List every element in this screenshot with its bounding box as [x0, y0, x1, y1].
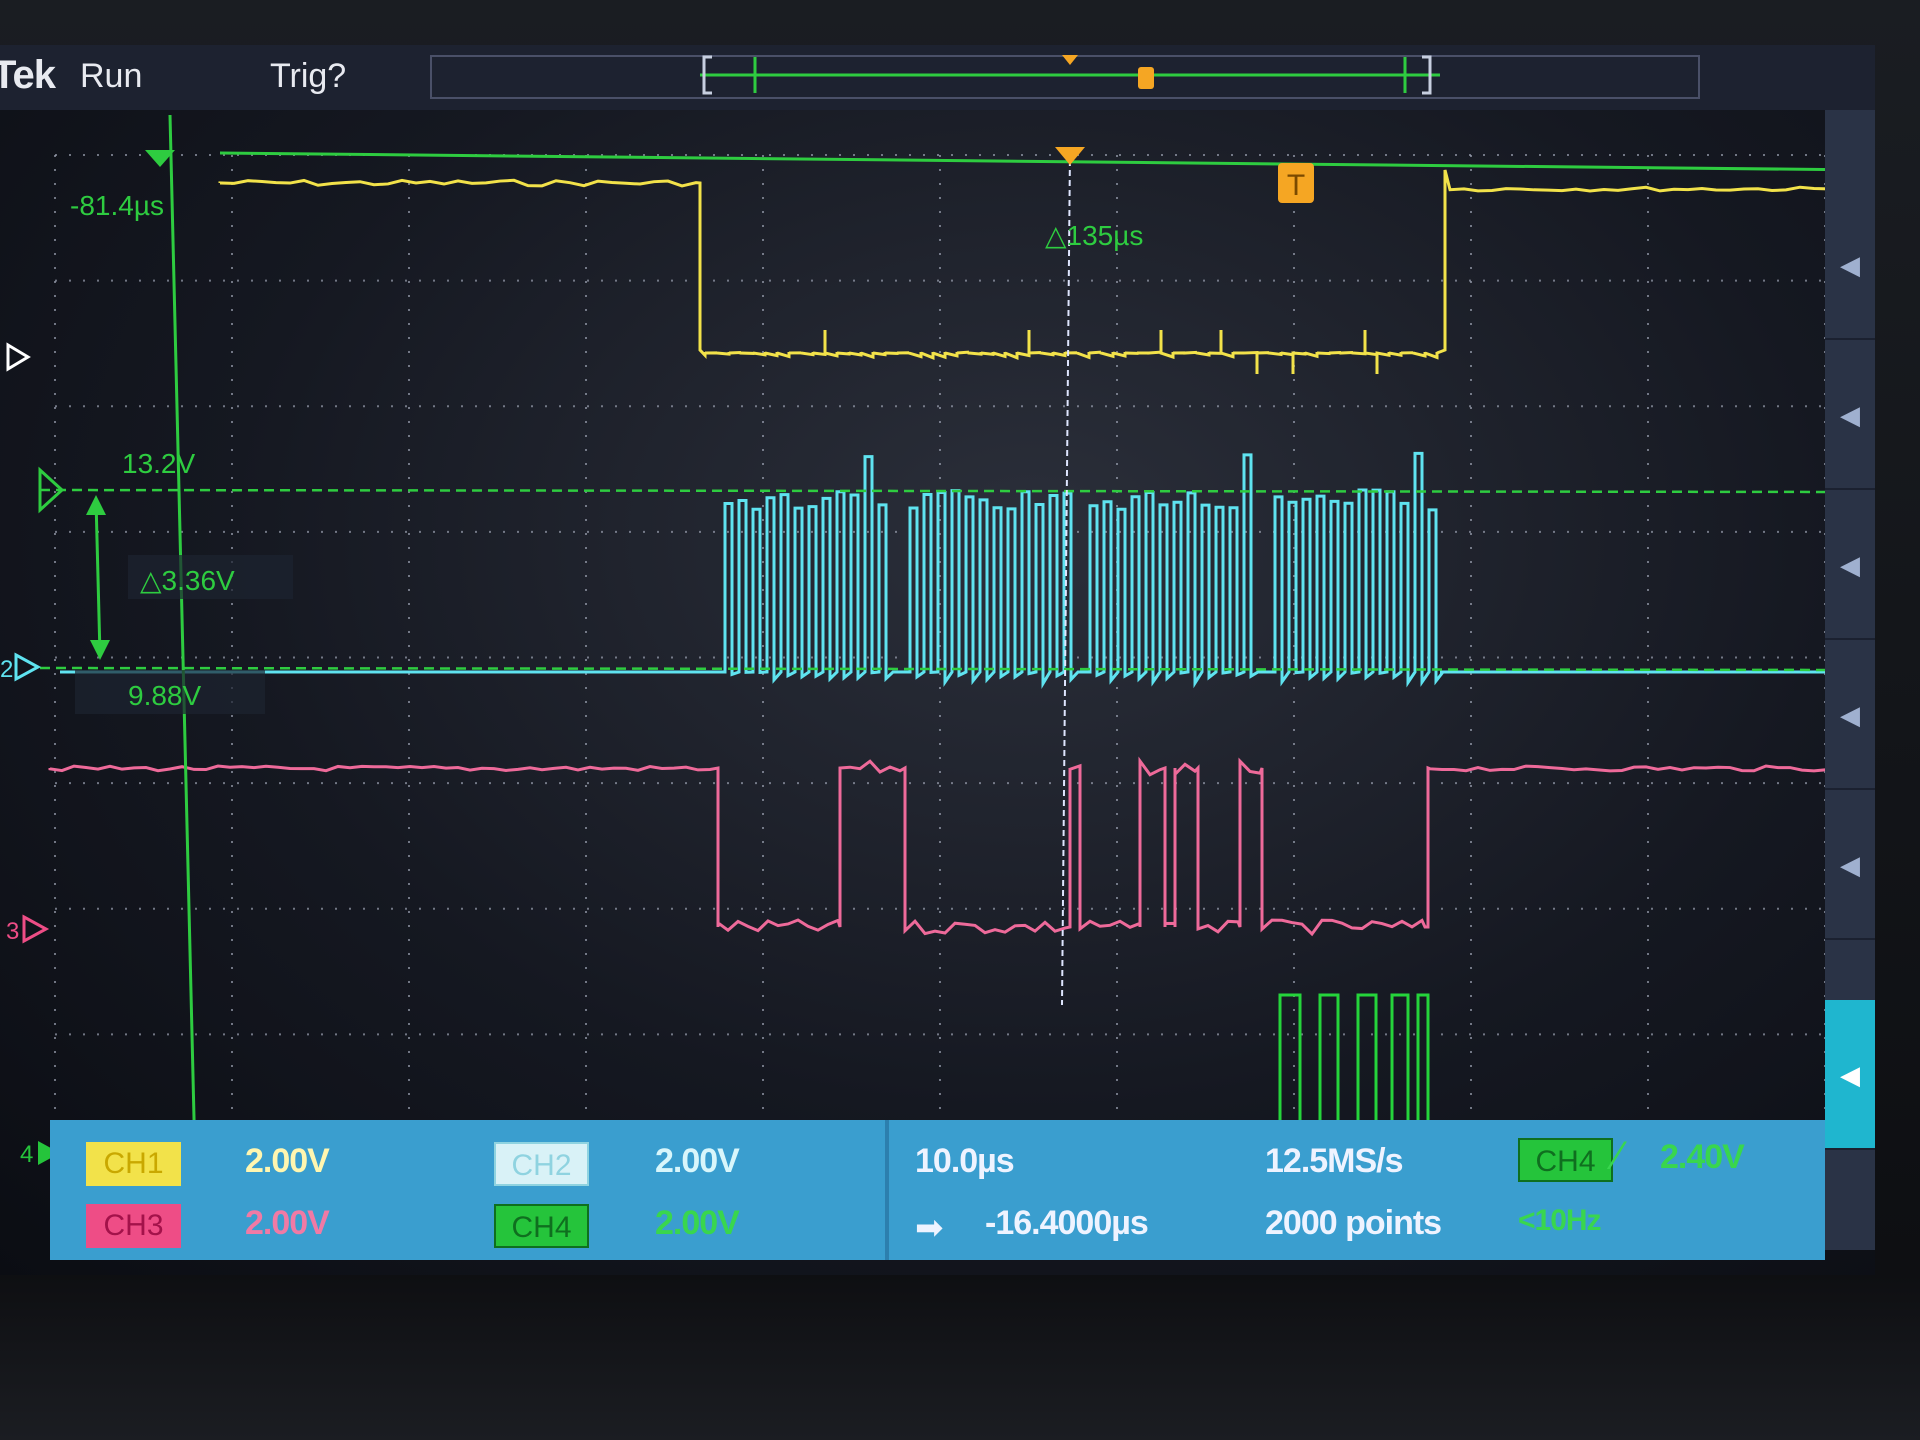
cursor-delta-voltage: △3.36V	[140, 565, 235, 596]
voltage-cursor-lower[interactable]	[39, 666, 1861, 672]
record-length: 2000 points	[1265, 1204, 1442, 1242]
ch2-badge[interactable]: CH2	[494, 1142, 589, 1186]
instrument-bezel-bottom	[0, 1275, 1920, 1440]
cursor-time-readout: -81.4µs	[70, 190, 164, 221]
ch1-waveform	[218, 169, 1871, 374]
side-menu-panel: ◀ ◀ ◀ ◀ ◀ ◀	[1825, 110, 1875, 1250]
voltage-cursor-upper[interactable]	[39, 488, 1861, 494]
trigger-frequency: <10Hz	[1518, 1204, 1602, 1237]
ch2-scale: 2.00V	[655, 1142, 740, 1180]
record-t-icon	[1138, 67, 1154, 89]
ch2-ground-marker[interactable]: 2	[0, 652, 42, 683]
record-trigger-icon	[1062, 55, 1078, 65]
oscilloscope-screen: Tek Run Trig? T 2 3 4 -81.4µs △135µs 13.…	[0, 45, 1875, 1275]
ch3-ground-marker[interactable]: 3	[6, 914, 50, 945]
rising-edge-icon: ⁄	[1615, 1134, 1622, 1178]
chevron-left-icon: ◀	[1840, 250, 1860, 280]
cursor-lower-voltage: 9.88V	[128, 680, 201, 711]
horizontal-timebase[interactable]: 10.0µs	[915, 1142, 1015, 1181]
side-menu-button-1[interactable]: ◀	[1825, 190, 1875, 340]
side-menu-button-5[interactable]: ◀	[1825, 790, 1875, 940]
ch2-waveform	[60, 451, 1850, 689]
chevron-left-icon: ◀	[1840, 1060, 1860, 1090]
channel-settings-bar: CH1 2.00V CH3 2.00V CH2 2.00V CH4 2.00V …	[50, 1120, 1825, 1260]
time-cursor-a[interactable]	[168, 114, 197, 1161]
side-menu-button-4[interactable]: ◀	[1825, 640, 1875, 790]
ch1-scale: 2.00V	[245, 1142, 330, 1180]
ch4-scale: 2.00V	[655, 1204, 740, 1242]
ch1-badge[interactable]: CH1	[86, 1142, 181, 1186]
side-menu-button-active[interactable]: ◀	[1825, 1000, 1875, 1150]
svg-text:4: 4	[20, 1141, 33, 1168]
ch1-ground-marker[interactable]	[6, 342, 31, 372]
cursor-delta-time-readout: △135µs	[1045, 220, 1143, 251]
svg-text:2: 2	[0, 656, 13, 683]
ch3-badge[interactable]: CH3	[86, 1204, 181, 1248]
chevron-left-icon: ◀	[1840, 700, 1860, 730]
chevron-left-icon: ◀	[1840, 400, 1860, 430]
trigger-source-badge[interactable]: CH4	[1518, 1138, 1613, 1182]
sample-rate: 12.5MS/s	[1265, 1142, 1404, 1180]
svg-text:3: 3	[6, 918, 19, 945]
delay-arrow-icon: ➡	[915, 1209, 944, 1247]
horizontal-delay[interactable]: -16.4000µs	[985, 1204, 1149, 1243]
record-window	[700, 55, 1440, 95]
ch3-scale: 2.00V	[245, 1204, 330, 1242]
cursor-upper-voltage: 13.2V	[122, 448, 195, 479]
trigger-t-icon: T	[1287, 169, 1305, 202]
chevron-left-icon: ◀	[1840, 550, 1860, 580]
ch4-badge[interactable]: CH4	[494, 1204, 589, 1248]
chevron-left-icon: ◀	[1840, 850, 1860, 880]
waveform-display[interactable]: T 2 3 4 -81.4µs △135µs 13.2V △3.36V 9.88…	[0, 45, 1875, 1275]
delta-voltage-arrow	[86, 495, 110, 660]
side-menu-button-3[interactable]: ◀	[1825, 490, 1875, 640]
cursor-line-top[interactable]	[219, 151, 1871, 172]
graticule	[54, 154, 1826, 1161]
ch3-waveform	[48, 756, 1839, 937]
side-menu-button-2[interactable]: ◀	[1825, 340, 1875, 490]
bar-divider	[885, 1120, 889, 1260]
trigger-level[interactable]: 2.40V	[1660, 1138, 1745, 1177]
trigger-level-marker[interactable]: T	[1278, 163, 1314, 203]
